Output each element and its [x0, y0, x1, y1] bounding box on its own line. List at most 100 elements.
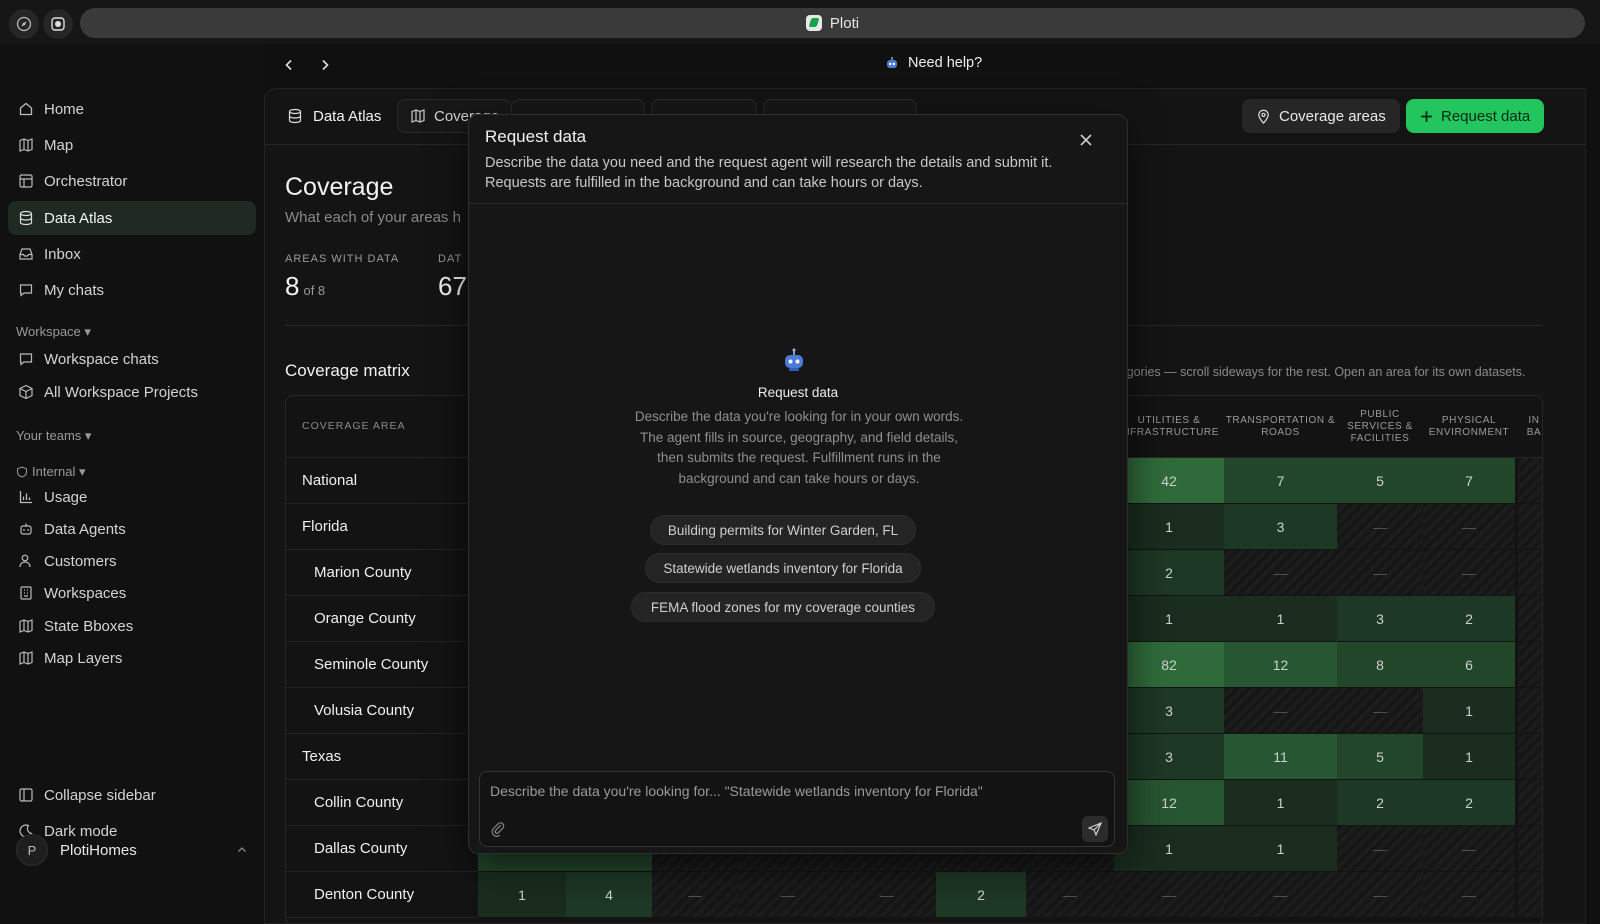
- matrix-cell[interactable]: —: [1114, 872, 1224, 917]
- coverage-area-row[interactable]: Seminole County: [286, 642, 478, 688]
- sidebar-item-my-chats[interactable]: My chats: [8, 273, 256, 307]
- coverage-area-row[interactable]: Collin County: [286, 780, 478, 826]
- paperclip-icon[interactable]: [490, 820, 506, 838]
- coverage-area-row[interactable]: Denton County: [286, 872, 478, 918]
- matrix-cell[interactable]: —: [1337, 688, 1423, 733]
- request-data-button[interactable]: Request data: [1406, 99, 1545, 133]
- sidebar-item-workspaces[interactable]: Workspaces: [8, 576, 256, 610]
- matrix-cell[interactable]: 1: [1114, 826, 1224, 871]
- request-input[interactable]: [490, 780, 1090, 802]
- matrix-cell[interactable]: —: [738, 872, 838, 917]
- sidebar-item-map[interactable]: Map: [8, 128, 256, 162]
- coverage-area-row[interactable]: Florida: [286, 504, 478, 550]
- matrix-cell[interactable]: 1: [478, 872, 566, 917]
- coverage-area-row[interactable]: Texas: [286, 734, 478, 780]
- matrix-cell[interactable]: 2: [1114, 550, 1224, 595]
- matrix-cell[interactable]: 3: [1224, 504, 1337, 549]
- matrix-cell[interactable]: 2: [1423, 780, 1515, 825]
- close-icon[interactable]: [1077, 131, 1095, 149]
- matrix-cell[interactable]: 5: [1337, 734, 1423, 779]
- column-header[interactable]: PHYSICAL ENVIRONMENT: [1421, 406, 1517, 448]
- column-header[interactable]: PUBLIC SERVICES & FACILITIES: [1335, 406, 1425, 448]
- matrix-cell[interactable]: —: [1423, 872, 1515, 917]
- address-bar[interactable]: Ploti: [80, 8, 1585, 38]
- internal-section-label[interactable]: Internal ▾: [16, 464, 86, 480]
- column-header[interactable]: TRANSPORTATION & ROADS: [1222, 406, 1339, 448]
- matrix-cell[interactable]: 3: [1337, 596, 1423, 641]
- coverage-area-row[interactable]: Orange County: [286, 596, 478, 642]
- matrix-cell[interactable]: —: [1337, 826, 1423, 871]
- suggestion-chip[interactable]: Statewide wetlands inventory for Florida: [645, 553, 921, 583]
- sidebar-item-map-layers[interactable]: Map Layers: [8, 641, 256, 675]
- matrix-cell[interactable]: —: [652, 872, 738, 917]
- matrix-cell[interactable]: 6: [1423, 642, 1515, 687]
- sidebar-item-workspace-chats[interactable]: Workspace chats: [8, 342, 256, 376]
- matrix-cell: [1518, 458, 1542, 503]
- coverage-areas-button[interactable]: Coverage areas: [1242, 99, 1400, 133]
- matrix-cell[interactable]: —: [1224, 550, 1337, 595]
- matrix-cell[interactable]: 3: [1114, 688, 1224, 733]
- matrix-cell[interactable]: 1: [1224, 826, 1337, 871]
- send-button[interactable]: [1082, 816, 1108, 842]
- sidebar-item-customers[interactable]: Customers: [8, 544, 256, 578]
- matrix-cell[interactable]: 1: [1114, 504, 1224, 549]
- matrix-cell[interactable]: —: [1423, 550, 1515, 595]
- profile-menu[interactable]: P PlotiHomes: [16, 832, 248, 868]
- matrix-cell[interactable]: 1: [1423, 688, 1515, 733]
- sidebar-item-all-workspace-projects[interactable]: All Workspace Projects: [8, 375, 256, 409]
- matrix-cell[interactable]: —: [1224, 872, 1337, 917]
- matrix-cell[interactable]: 12: [1224, 642, 1337, 687]
- matrix-cell[interactable]: 7: [1423, 458, 1515, 503]
- sidebar-item-inbox[interactable]: Inbox: [8, 237, 256, 271]
- column-header[interactable]: UTILITIES & INFRASTRUCTURE: [1112, 406, 1226, 448]
- matrix-cell[interactable]: 42: [1114, 458, 1224, 503]
- matrix-cell[interactable]: —: [1337, 504, 1423, 549]
- matrix-cell[interactable]: 1: [1224, 780, 1337, 825]
- matrix-cell[interactable]: —: [1224, 688, 1337, 733]
- matrix-cell[interactable]: 2: [1337, 780, 1423, 825]
- sidebar-item-state-bboxes[interactable]: State Bboxes: [8, 609, 256, 643]
- sidebar-item-usage[interactable]: Usage: [8, 480, 256, 514]
- matrix-cell[interactable]: 3: [1114, 734, 1224, 779]
- matrix-cell[interactable]: 8: [1337, 642, 1423, 687]
- matrix-cell[interactable]: 1: [1114, 596, 1224, 641]
- matrix-cell[interactable]: 2: [936, 872, 1026, 917]
- matrix-cell[interactable]: 5: [1337, 458, 1423, 503]
- sidebar-item-home[interactable]: Home: [8, 92, 256, 126]
- matrix-cell[interactable]: 4: [566, 872, 652, 917]
- sidebar-item-label: Usage: [44, 488, 88, 506]
- coverage-area-row[interactable]: Marion County: [286, 550, 478, 596]
- matrix-cell[interactable]: —: [1337, 872, 1423, 917]
- matrix-cell[interactable]: 2: [1423, 596, 1515, 641]
- column-header[interactable]: IN BA: [1526, 406, 1542, 448]
- coverage-area-row[interactable]: National: [286, 458, 478, 504]
- app-icon[interactable]: [43, 9, 73, 39]
- collapse-sidebar-button[interactable]: Collapse sidebar: [8, 778, 256, 812]
- matrix-cell[interactable]: 12: [1114, 780, 1224, 825]
- matrix-cell[interactable]: 7: [1224, 458, 1337, 503]
- sidebar-item-data-atlas[interactable]: Data Atlas: [8, 201, 256, 235]
- help-link[interactable]: Need help?: [884, 55, 982, 71]
- compass-icon[interactable]: [9, 9, 39, 39]
- page-title: Coverage: [285, 173, 394, 201]
- matrix-cell[interactable]: —: [1423, 826, 1515, 871]
- matrix-cell[interactable]: 82: [1114, 642, 1224, 687]
- matrix-cell[interactable]: 1: [1224, 596, 1337, 641]
- workspace-section-label[interactable]: Workspace ▾: [16, 324, 91, 340]
- matrix-cell[interactable]: —: [1026, 872, 1114, 917]
- matrix-cell[interactable]: —: [838, 872, 936, 917]
- teams-section-label[interactable]: Your teams ▾: [16, 428, 91, 444]
- sidebar-item-label: Orchestrator: [44, 172, 128, 190]
- matrix-cell[interactable]: —: [1423, 504, 1515, 549]
- matrix-cell[interactable]: 1: [1423, 734, 1515, 779]
- sidebar-item-orchestrator[interactable]: Orchestrator: [8, 164, 256, 198]
- suggestion-chip[interactable]: Building permits for Winter Garden, FL: [650, 515, 916, 545]
- matrix-cell[interactable]: 11: [1224, 734, 1337, 779]
- suggestion-chip[interactable]: FEMA flood zones for my coverage countie…: [631, 592, 935, 622]
- matrix-cell[interactable]: —: [1337, 550, 1423, 595]
- back-arrow-icon[interactable]: [282, 58, 296, 72]
- sidebar-item-data-agents[interactable]: Data Agents: [8, 512, 256, 546]
- coverage-area-row[interactable]: Dallas County: [286, 826, 478, 872]
- forward-arrow-icon[interactable]: [318, 58, 332, 72]
- coverage-area-row[interactable]: Volusia County: [286, 688, 478, 734]
